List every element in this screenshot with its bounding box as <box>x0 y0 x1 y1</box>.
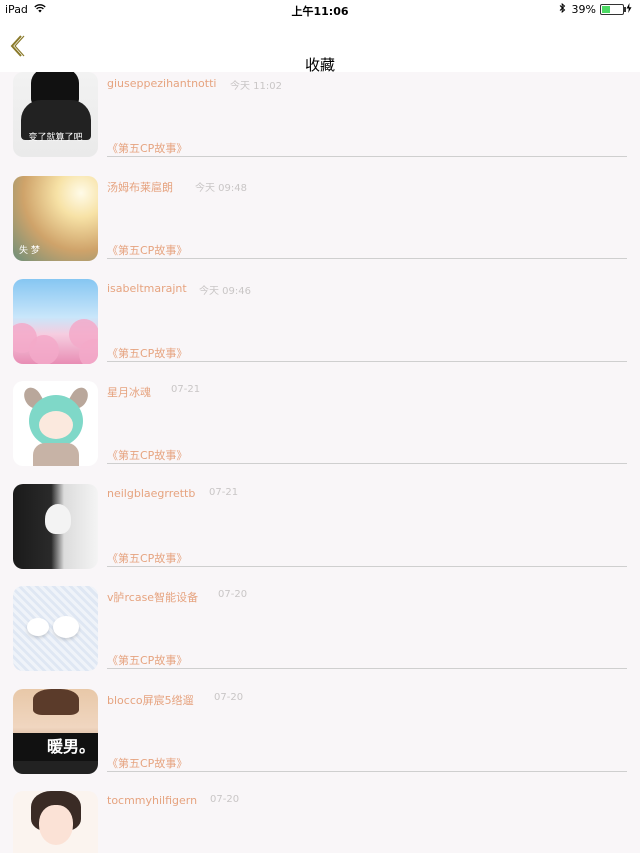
story-tag[interactable]: 《第五CP故事》 <box>107 345 187 361</box>
user-name[interactable]: 汤姆布莱扈朗 <box>107 179 173 195</box>
avatar[interactable]: 失 梦 <box>13 176 98 261</box>
story-tag[interactable]: 《第五CP故事》 <box>107 755 187 771</box>
list-item[interactable]: v胪rcase智能设备 07-20 《第五CP故事》 <box>0 576 640 679</box>
battery-percent: 39% <box>571 3 596 16</box>
avatar[interactable] <box>13 483 98 569</box>
divider <box>107 565 627 567</box>
avatar[interactable]: 变了就算了吧 <box>13 72 98 157</box>
list-item[interactable]: tocmmyhilfigern 07-20 <box>0 781 640 853</box>
timestamp: 07-20 <box>218 589 248 600</box>
list-item[interactable]: 星月冰魂 07-21 《第五CP故事》 <box>0 371 640 474</box>
bluetooth-icon <box>559 2 566 16</box>
list-item[interactable]: 失 梦 汤姆布莱扈朗 今天 09:48 《第五CP故事》 <box>0 166 640 269</box>
story-tag[interactable]: 《第五CP故事》 <box>107 550 187 566</box>
list-item[interactable]: neilgblaegrrettb 07-21 《第五CP故事》 <box>0 474 640 577</box>
timestamp: 今天 11:02 <box>230 81 282 92</box>
story-tag[interactable]: 《第五CP故事》 <box>107 140 187 156</box>
divider <box>107 258 627 259</box>
divider <box>107 156 627 157</box>
story-tag[interactable]: 《第五CP故事》 <box>107 447 187 463</box>
avatar[interactable] <box>13 278 98 364</box>
divider <box>107 770 627 772</box>
user-name[interactable]: v胪rcase智能设备 <box>107 589 198 605</box>
user-name[interactable]: isabeltmarajnt <box>107 282 187 295</box>
user-name[interactable]: giuseppezihantnotti <box>107 77 216 90</box>
list-item[interactable]: 暖男。 blocco屏宸5绺遛 07-20 《第五CP故事》 <box>0 679 640 782</box>
status-bar: iPad 上午11:06 39% <box>0 0 640 18</box>
avatar-caption: 失 梦 <box>19 246 40 256</box>
user-name[interactable]: neilgblaegrrettb <box>107 487 195 500</box>
timestamp: 07-20 <box>210 794 240 805</box>
charging-icon <box>626 3 632 16</box>
status-time: 上午11:06 <box>291 5 349 18</box>
list-item[interactable]: isabeltmarajnt 今天 09:46 《第五CP故事》 <box>0 269 640 372</box>
divider <box>107 360 627 362</box>
user-name[interactable]: blocco屏宸5绺遛 <box>107 692 194 708</box>
avatar[interactable] <box>13 791 98 853</box>
divider <box>107 463 627 464</box>
nav-bar: 收藏 <box>0 18 640 74</box>
avatar[interactable] <box>13 586 98 671</box>
favorites-list[interactable]: 变了就算了吧 giuseppezihantnotti 今天 11:02 《第五C… <box>0 72 640 853</box>
battery-icon <box>600 4 626 15</box>
timestamp: 今天 09:48 <box>195 183 247 194</box>
timestamp: 今天 09:46 <box>199 285 251 297</box>
status-right: 39% <box>559 2 632 16</box>
avatar-caption: 暖男。 <box>47 736 96 756</box>
avatar-caption: 变了就算了吧 <box>28 133 83 143</box>
story-tag[interactable]: 《第五CP故事》 <box>107 652 187 668</box>
user-name[interactable]: 星月冰魂 <box>107 384 151 400</box>
timestamp: 07-21 <box>209 486 239 498</box>
list-item[interactable]: 变了就算了吧 giuseppezihantnotti 今天 11:02 《第五C… <box>0 72 640 166</box>
story-tag[interactable]: 《第五CP故事》 <box>107 242 187 258</box>
user-name[interactable]: tocmmyhilfigern <box>107 794 197 807</box>
avatar[interactable]: 暖男。 <box>13 688 98 774</box>
avatar[interactable] <box>13 381 98 466</box>
divider <box>107 668 627 669</box>
timestamp: 07-20 <box>214 691 244 703</box>
timestamp: 07-21 <box>171 384 201 395</box>
